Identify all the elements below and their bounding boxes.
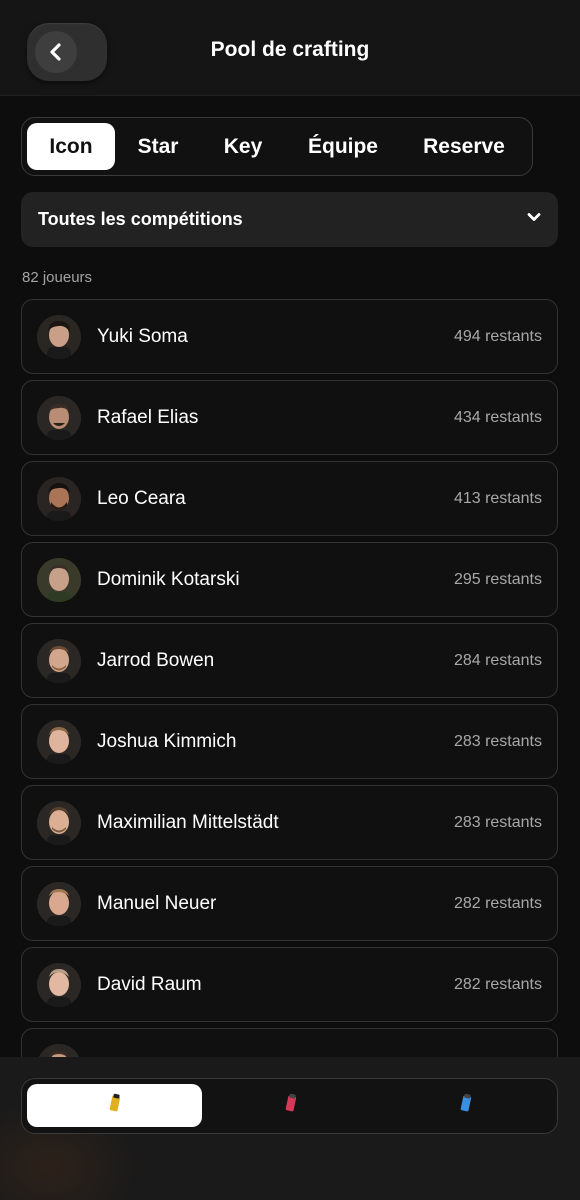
player-name: Joshua Kimmich [97, 731, 237, 752]
player-name: Dominik Kotarski [97, 569, 240, 590]
player-remaining: 284 restants [453, 652, 542, 669]
player-row[interactable]: Joshua Kimmich 283 restants [21, 704, 558, 779]
tab-label: Key [223, 134, 263, 158]
page-title: Pool de crafting [210, 38, 370, 61]
rarity-tabs: Icon Star Key Équipe Reserve [21, 117, 533, 176]
player-avatar [37, 720, 81, 764]
card-type-switcher [21, 1078, 558, 1134]
player-row[interactable]: Leo Ceara 413 restants [21, 461, 558, 536]
player-avatar [37, 639, 81, 683]
yellow-card-pack-icon [108, 1092, 122, 1119]
header: Pool de crafting [0, 0, 580, 96]
player-row[interactable]: David Raum 282 restants [21, 947, 558, 1022]
chevron-down-icon [526, 209, 542, 230]
player-row[interactable]: Rafael Elias 434 restants [21, 380, 558, 455]
player-remaining: 282 restants [453, 976, 542, 993]
competition-select-value: Toutes les compétitions [38, 209, 243, 229]
player-remaining: 283 restants [453, 733, 542, 750]
player-list: Yuki Soma 494 restants Rafael Elias 434 … [21, 299, 558, 1109]
player-name: Leo Ceara [97, 488, 186, 509]
player-remaining: 434 restants [453, 409, 542, 426]
tab-icon[interactable]: Icon [27, 123, 115, 170]
competition-select[interactable]: Toutes les compétitions [21, 192, 558, 247]
player-row[interactable]: Yuki Soma 494 restants [21, 299, 558, 374]
players-count: 82 joueurs [22, 269, 93, 286]
player-name: Rafael Elias [97, 407, 199, 428]
player-name: Yuki Soma [97, 326, 188, 347]
player-row[interactable]: Dominik Kotarski 295 restants [21, 542, 558, 617]
player-avatar [37, 801, 81, 845]
player-name: David Raum [97, 974, 202, 995]
tab-reserve[interactable]: Reserve [402, 123, 526, 170]
player-avatar [37, 558, 81, 602]
blue-card-pack-icon [459, 1092, 473, 1119]
tab-label: Équipe [307, 134, 378, 158]
tab-label: Icon [49, 134, 93, 158]
player-row[interactable]: Jarrod Bowen 284 restants [21, 623, 558, 698]
bottom-navigation [0, 1057, 580, 1200]
player-avatar [37, 396, 81, 440]
player-avatar [37, 882, 81, 926]
player-remaining: 282 restants [453, 895, 542, 912]
player-name: Maximilian Mittelstädt [97, 812, 279, 833]
player-row[interactable]: Maximilian Mittelstädt 283 restants [21, 785, 558, 860]
player-name: Manuel Neuer [97, 893, 217, 914]
tab-label: Reserve [423, 134, 505, 158]
player-avatar [37, 963, 81, 1007]
tab-label: Star [137, 134, 179, 158]
player-row[interactable]: Manuel Neuer 282 restants [21, 866, 558, 941]
player-avatar [37, 315, 81, 359]
player-name: Jarrod Bowen [97, 650, 215, 671]
nav-blue-pack[interactable] [378, 1084, 553, 1127]
player-remaining: 295 restants [453, 571, 542, 588]
player-remaining: 413 restants [453, 490, 542, 507]
player-avatar [37, 477, 81, 521]
nav-yellow-pack[interactable] [27, 1084, 202, 1127]
crafting-pool-screen: Pool de crafting Icon Star Key Équipe Re… [0, 0, 580, 1200]
tab-key[interactable]: Key [202, 123, 284, 170]
nav-red-pack[interactable] [203, 1084, 378, 1127]
tab-equipe[interactable]: Équipe [290, 123, 396, 170]
player-remaining: 283 restants [453, 814, 542, 831]
tab-star[interactable]: Star [120, 123, 196, 170]
red-card-pack-icon [284, 1092, 298, 1119]
player-remaining: 494 restants [453, 328, 542, 345]
